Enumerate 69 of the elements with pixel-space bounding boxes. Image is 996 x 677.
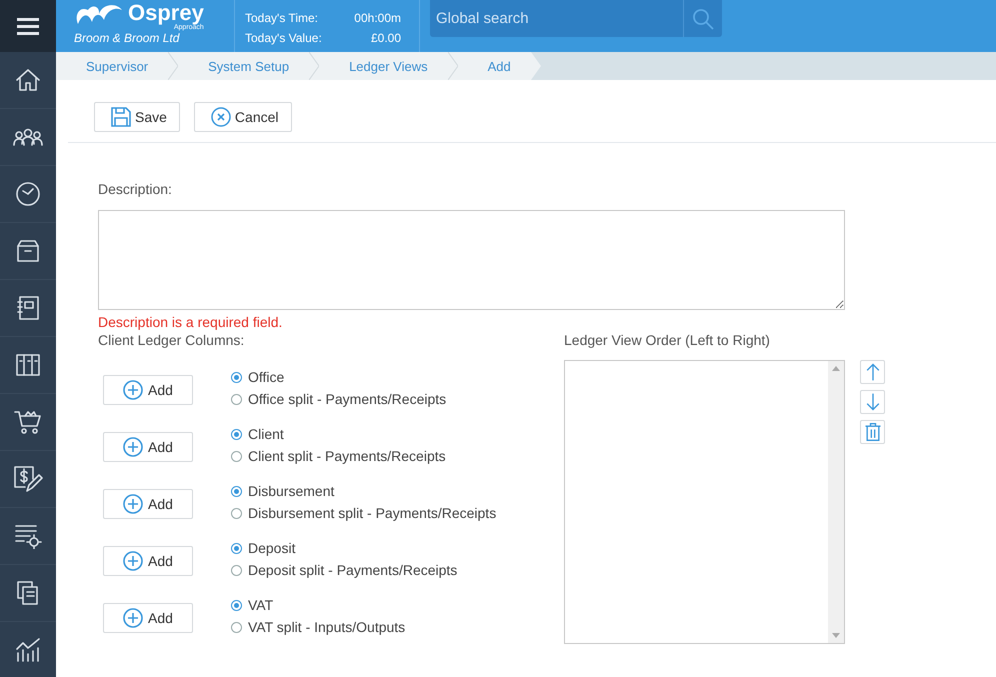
- radio-label[interactable]: VAT: [248, 597, 274, 613]
- radio-button[interactable]: [231, 486, 242, 496]
- clock-icon[interactable]: [15, 181, 41, 207]
- section-label: Client Ledger Columns:: [98, 332, 246, 350]
- radio-label[interactable]: VAT split - Inputs/Outputs: [248, 619, 406, 635]
- breadcrumb-separator: [168, 52, 178, 80]
- logo-text: Osprey: [128, 2, 204, 24]
- binders-icon[interactable]: [15, 352, 41, 378]
- search-icon[interactable]: [692, 8, 714, 30]
- radio-label[interactable]: Deposit split - Payments/Receipts: [248, 562, 458, 578]
- breadcrumb-separator: [309, 52, 320, 80]
- cart-icon[interactable]: [14, 409, 42, 435]
- section-label: Ledger View Order (Left to Right): [564, 332, 771, 350]
- list-gear-icon[interactable]: [14, 523, 42, 549]
- radio-button[interactable]: [231, 542, 242, 554]
- add-button[interactable]: Add: [103, 375, 193, 405]
- menu-icon[interactable]: [17, 17, 39, 35]
- move-down-button[interactable]: [860, 390, 885, 414]
- box-icon[interactable]: [15, 238, 41, 264]
- save-button[interactable]: Save: [94, 102, 180, 132]
- scroll-down-icon[interactable]: [832, 633, 840, 638]
- delete-button[interactable]: [860, 420, 885, 444]
- stat-value: 00h:00m: [354, 10, 401, 27]
- description-input[interactable]: [98, 210, 845, 310]
- add-button[interactable]: Add: [103, 489, 193, 519]
- floppy-disk-icon: [111, 107, 131, 127]
- add-button[interactable]: Add: [103, 546, 193, 576]
- plus-circle-icon: [123, 437, 144, 457]
- move-up-button[interactable]: [860, 360, 885, 384]
- stat-value: £0.00: [370, 30, 401, 47]
- radio-button[interactable]: [231, 622, 242, 632]
- radio-button[interactable]: [231, 428, 242, 440]
- cancel-icon: [210, 107, 231, 127]
- radio-button[interactable]: [231, 372, 242, 382]
- delete-icon: [862, 422, 882, 442]
- home-icon[interactable]: [15, 67, 41, 93]
- plus-circle-icon: [123, 551, 144, 571]
- notebook-icon[interactable]: [15, 295, 41, 321]
- radio-label[interactable]: Office split - Payments/Receipts: [248, 391, 446, 407]
- radio-label[interactable]: Disbursement split - Payments/Receipts: [248, 505, 496, 521]
- plus-circle-icon: [123, 494, 144, 514]
- documents-icon[interactable]: [15, 580, 41, 606]
- error-message: Description is a required field.: [98, 313, 284, 332]
- chart-icon[interactable]: [15, 637, 41, 663]
- stat-label: Today's Time:: [245, 10, 318, 27]
- radio-button[interactable]: [231, 600, 242, 610]
- radio-button[interactable]: [231, 564, 242, 576]
- radio-button[interactable]: [231, 394, 242, 404]
- invoice-icon[interactable]: [13, 465, 43, 493]
- plus-circle-icon: [123, 380, 144, 400]
- add-button[interactable]: Add: [103, 603, 193, 633]
- radio-button[interactable]: [231, 508, 242, 518]
- radio-label[interactable]: Client split - Payments/Receipts: [248, 448, 446, 464]
- radio-button[interactable]: [231, 450, 242, 462]
- radio-label[interactable]: Deposit: [248, 540, 296, 556]
- stat-label: Today's Value:: [245, 30, 322, 47]
- radio-label[interactable]: Disbursement: [248, 483, 334, 499]
- radio-label[interactable]: Office: [248, 369, 284, 385]
- scrollbar[interactable]: [828, 361, 844, 643]
- global-search-field[interactable]: Global search: [430, 0, 683, 37]
- scroll-up-icon[interactable]: [832, 366, 840, 371]
- people-icon[interactable]: [13, 127, 43, 147]
- company-name: Broom & Broom Ltd: [74, 30, 181, 44]
- field-label: Description:: [98, 181, 173, 199]
- plus-circle-icon: [123, 608, 144, 628]
- add-button[interactable]: Add: [103, 432, 193, 462]
- cancel-button[interactable]: Cancel: [194, 102, 292, 132]
- radio-label[interactable]: Client: [248, 426, 284, 442]
- breadcrumb-separator: [448, 52, 458, 80]
